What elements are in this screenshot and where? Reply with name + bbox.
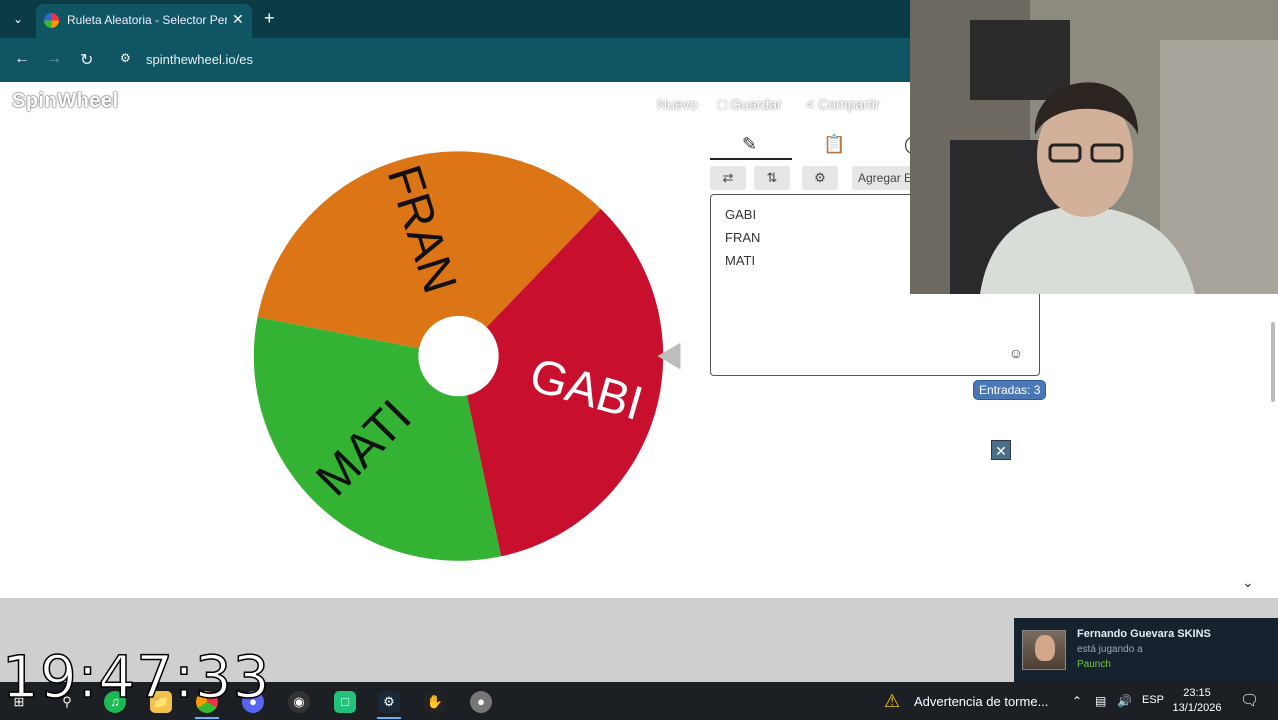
notification-name: Fernando Guevara SKINS [1077, 628, 1211, 640]
close-icon[interactable]: ✕ [991, 440, 1011, 460]
chevron-up-icon[interactable]: ⌃ [1072, 694, 1082, 708]
active-tab-indicator [710, 158, 792, 160]
language-indicator[interactable]: ESP [1142, 694, 1164, 706]
notification-status: está jugando a [1077, 644, 1143, 655]
game-app-icon[interactable]: ✋ [424, 691, 446, 713]
share-button[interactable]: < Compartir [806, 96, 880, 112]
spin-wheel[interactable]: GABIMATIFRAN [250, 138, 690, 578]
new-button[interactable]: Nuevo [657, 96, 697, 112]
active-app-indicator [377, 717, 401, 719]
url-field[interactable]: spinthewheel.io/es [146, 52, 253, 67]
steam-icon[interactable]: ⚙ [378, 691, 400, 713]
page-scrollbar[interactable] [1271, 322, 1275, 402]
clock-overlay: 19:47:33 [1, 643, 271, 711]
entry-line: FRAN [725, 230, 761, 245]
save-label: Guardar [730, 96, 782, 112]
entry-line: GABI [725, 207, 757, 222]
taskbar-date: 13/1/2026 [1172, 702, 1222, 714]
pencil-icon[interactable]: ✎ [742, 134, 757, 155]
gear-icon[interactable]: ⚙ [802, 166, 838, 190]
taskbar-clock[interactable]: 23:15 13/1/2026 [1168, 686, 1226, 716]
shuffle-icon[interactable]: ⇄ [710, 166, 746, 190]
notification-game: Paunch [1077, 659, 1111, 670]
game-launcher-icon[interactable]: ● [470, 691, 492, 713]
webcam-shelf [970, 20, 1070, 100]
emoji-icon[interactable]: ☺ [1009, 345, 1023, 361]
taskbar-time: 23:15 [1183, 687, 1211, 699]
favicon-icon [44, 13, 59, 28]
avatar [1022, 630, 1066, 670]
close-icon[interactable]: ✕ [232, 11, 244, 28]
obs-icon[interactable]: ◉ [288, 691, 310, 713]
chevron-down-icon[interactable]: ⌄ [1242, 574, 1254, 591]
arrow-right-icon[interactable]: → [46, 50, 62, 68]
chevron-down-icon[interactable]: ⌄ [8, 9, 28, 29]
reload-icon[interactable]: ↻ [80, 50, 93, 70]
browser-tab[interactable]: Ruleta Aleatoria - Selector Persona ✕ [36, 4, 252, 38]
share-label: Compartir [818, 96, 880, 112]
site-info-icon[interactable]: ⚙ [120, 51, 136, 67]
entries-count-badge: Entradas: 3 [973, 380, 1047, 400]
arrow-left-icon[interactable]: ← [14, 50, 30, 68]
plus-icon[interactable]: + [264, 8, 275, 29]
network-icon[interactable]: ▤ [1095, 694, 1106, 708]
chat-app-icon[interactable]: □ [334, 691, 356, 713]
notifications-icon[interactable]: 🗨 [1240, 691, 1259, 709]
warning-icon[interactable]: ⚠ [884, 691, 900, 712]
editor-toolbar: ⇄ ⇅ ⚙ Agregar E [710, 166, 930, 192]
tab-title: Ruleta Aleatoria - Selector Persona [67, 13, 227, 27]
editor-tabs: ✎ 📋 ◯ [710, 130, 930, 160]
volume-icon[interactable]: 🔊 [1117, 694, 1132, 708]
steam-notification[interactable]: Fernando Guevara SKINS está jugando a Pa… [1014, 618, 1278, 682]
save-button[interactable]: □ Guardar [718, 96, 782, 112]
entry-line: MATI [725, 253, 756, 268]
screen: ⌄ Ruleta Aleatoria - Selector Persona ✕ … [0, 0, 1278, 720]
sort-icon[interactable]: ⇅ [754, 166, 790, 190]
weather-warning[interactable]: Advertencia de torme... [914, 694, 1048, 709]
add-entry-button[interactable]: Agregar E [852, 166, 916, 190]
active-app-indicator [195, 717, 219, 719]
wheel-center-hole[interactable] [418, 315, 499, 397]
webcam-overlay [910, 0, 1278, 294]
clipboard-icon[interactable]: 📋 [823, 134, 845, 155]
site-logo[interactable]: SpinWheel [12, 90, 119, 113]
